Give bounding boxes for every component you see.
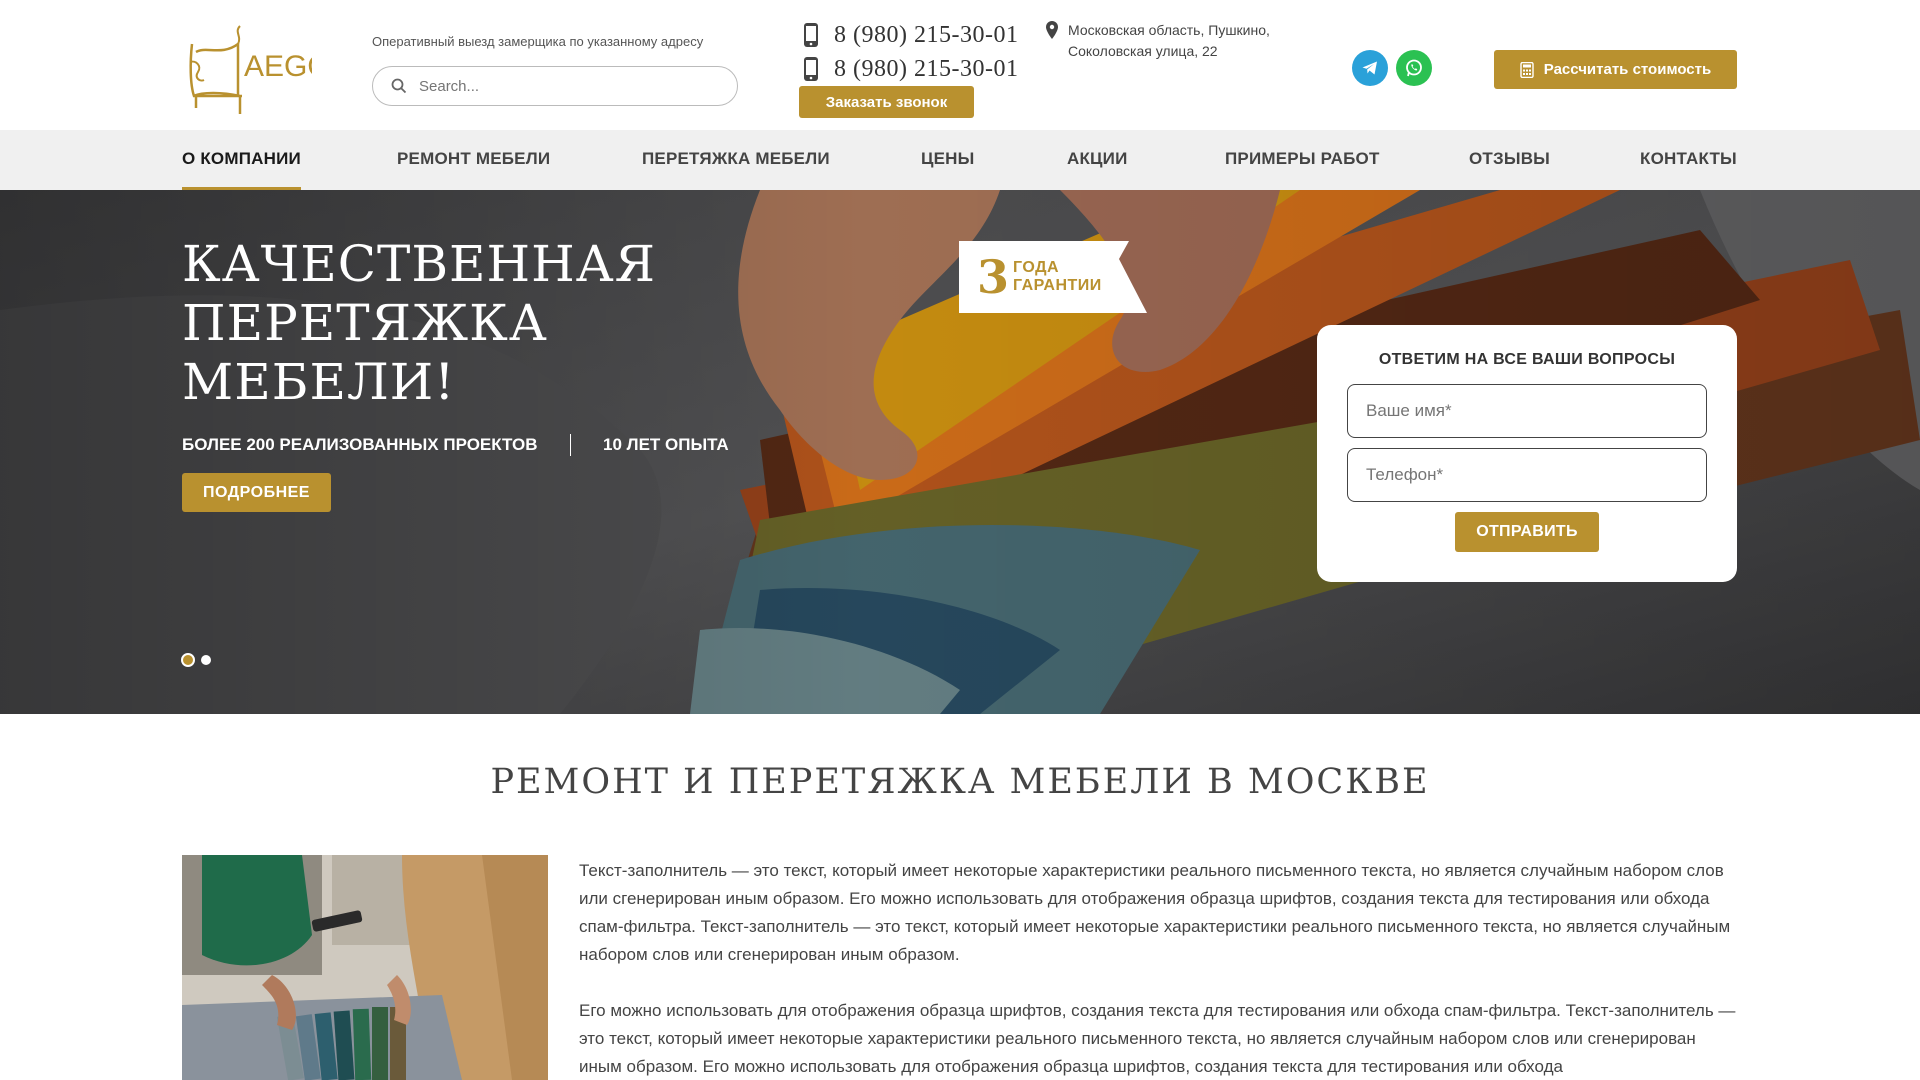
nav-item-contacts[interactable]: КОНТАКТЫ [1640, 130, 1737, 190]
hero-title-line: МЕБЕЛИ! [182, 353, 456, 411]
site-header: AEGO Оперативный выезд замерщика по указ… [0, 0, 1920, 130]
section-title: РЕМОНТ И ПЕРЕТЯЖКА МЕБЕЛИ В МОСКВЕ [490, 762, 1430, 802]
content-image [182, 855, 548, 1080]
address-line: Соколовская улица, 22 [1068, 43, 1218, 59]
telegram-icon [1362, 61, 1377, 75]
phone-field[interactable] [1347, 448, 1707, 502]
stat-projects: БОЛЕЕ 200 РЕАЛИЗОВАННЫХ ПРОЕКТОВ [182, 435, 538, 454]
address-text: Московская область, Пушкино, Соколовская… [1068, 20, 1270, 62]
guarantee-badge: 3 ГОДА ГАРАНТИИ [959, 241, 1147, 313]
guarantee-text: ГОДА ГАРАНТИИ [1013, 259, 1102, 295]
calculate-cost-label: Рассчитать стоимость [1543, 61, 1712, 78]
hero-title-line: ПЕРЕТЯЖКА [182, 294, 548, 352]
slider-dot-active[interactable] [181, 653, 195, 667]
phone-row[interactable]: 8 (980) 215-30-01 [802, 18, 1018, 52]
more-button[interactable]: ПОДРОБНЕЕ [182, 473, 331, 512]
address: Московская область, Пушкино, Соколовская… [1046, 20, 1270, 62]
hero-title: КАЧЕСТВЕННАЯ ПЕРЕТЯЖКА МЕБЕЛИ! [182, 235, 742, 412]
tagline: Оперативный выезд замерщика по указанном… [372, 34, 704, 49]
hero-slider: КАЧЕСТВЕННАЯ ПЕРЕТЯЖКА МЕБЕЛИ! БОЛЕЕ 200… [0, 190, 1920, 714]
logo[interactable]: AEGO [182, 22, 331, 118]
whatsapp-icon [1406, 59, 1422, 77]
nav-item-furniture-repair[interactable]: РЕМОНТ МЕБЕЛИ [397, 130, 550, 190]
nav-item-promotions[interactable]: АКЦИИ [1067, 130, 1128, 190]
address-line: Московская область, Пушкино, [1068, 22, 1270, 38]
stat-experience: 10 ЛЕТ ОПЫТА [603, 435, 729, 454]
content-paragraph: Его можно использовать для отображения о… [579, 1001, 1736, 1076]
submit-button[interactable]: ОТПРАВИТЬ [1455, 512, 1599, 552]
svg-text:AEGO: AEGO [244, 50, 312, 83]
guarantee-number: 3 [977, 250, 1010, 304]
hero-title-line: КАЧЕСТВЕННАЯ [182, 235, 657, 293]
nav-item-about[interactable]: О КОМПАНИИ [182, 130, 301, 190]
calculator-icon [1520, 61, 1534, 78]
contact-form: ОТВЕТИМ НА ВСЕ ВАШИ ВОПРОСЫ ОТПРАВИТЬ [1317, 325, 1737, 582]
mobile-phone-icon [804, 57, 818, 81]
content-paragraph: Текст-заполнитель — это текст, который и… [579, 861, 1731, 964]
phone-list: 8 (980) 215-30-01 8 (980) 215-30-01 [802, 18, 1018, 86]
phone-row[interactable]: 8 (980) 215-30-01 [802, 52, 1018, 86]
whatsapp-button[interactable] [1396, 50, 1432, 86]
slider-dot[interactable] [201, 655, 211, 665]
main-nav: О КОМПАНИИ РЕМОНТ МЕБЕЛИ ПЕРЕТЯЖКА МЕБЕЛ… [0, 130, 1920, 190]
nav-item-upholstery[interactable]: ПЕРЕТЯЖКА МЕБЕЛИ [642, 130, 830, 190]
name-field[interactable] [1347, 384, 1707, 438]
guarantee-line: ГОДА [1013, 259, 1060, 276]
search-input[interactable] [419, 77, 719, 95]
nav-item-prices[interactable]: ЦЕНЫ [921, 130, 974, 190]
content-text: Текст-заполнитель — это текст, который и… [579, 857, 1739, 1080]
hero-stats: БОЛЕЕ 200 РЕАЛИЗОВАННЫХ ПРОЕКТОВ 10 ЛЕТ … [182, 434, 729, 456]
slider-dots [181, 653, 217, 667]
form-title: ОТВЕТИМ НА ВСЕ ВАШИ ВОПРОСЫ [1378, 351, 1676, 368]
stat-divider [569, 434, 572, 456]
telegram-button[interactable] [1352, 50, 1388, 86]
phone-number[interactable]: 8 (980) 215-30-01 [834, 22, 1018, 49]
nav-item-reviews[interactable]: ОТЗЫВЫ [1469, 130, 1550, 190]
nav-item-portfolio[interactable]: ПРИМЕРЫ РАБОТ [1225, 130, 1380, 190]
phone-number[interactable]: 8 (980) 215-30-01 [834, 56, 1018, 83]
mobile-phone-icon [804, 23, 818, 47]
search-box[interactable] [372, 66, 738, 106]
calculate-cost-button[interactable]: Рассчитать стоимость [1494, 50, 1737, 89]
search-icon [391, 78, 407, 94]
map-pin-icon [1046, 21, 1058, 39]
callback-button[interactable]: Заказать звонок [799, 86, 974, 118]
logo-icon: AEGO [189, 25, 331, 114]
guarantee-line: ГАРАНТИИ [1013, 277, 1102, 294]
